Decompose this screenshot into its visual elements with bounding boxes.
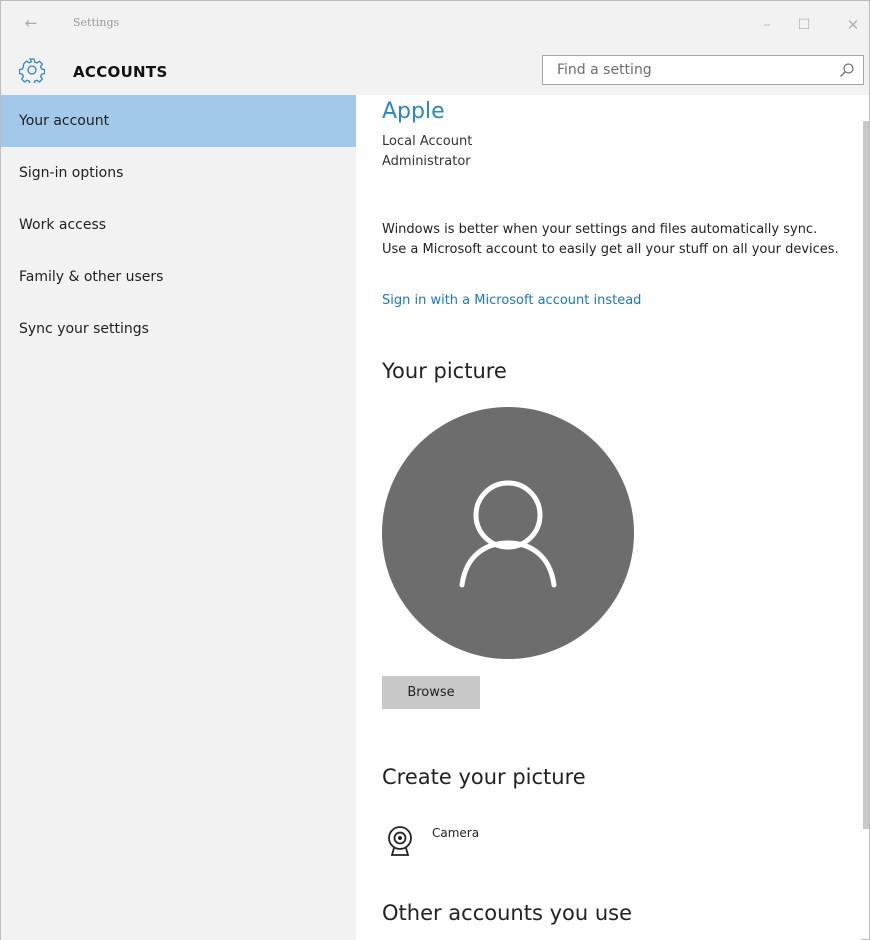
back-arrow-icon[interactable]: ← [19,13,43,33]
sidebar-item-family-other-users[interactable]: Family & other users [1,251,356,303]
page-title: ACCOUNTS [73,63,168,81]
sidebar-item-your-account[interactable]: Your account [1,95,356,147]
sync-description: Windows is better when your settings and… [382,222,839,257]
microsoft-account-link[interactable]: Sign in with a Microsoft account instead [382,293,641,308]
settings-window: ← Settings – ☐ ✕ ACCOUNTS Find a setting… [0,0,870,940]
minimize-button[interactable]: – [755,13,779,37]
sidebar-item-sync-settings[interactable]: Sync your settings [1,303,356,355]
search-placeholder: Find a setting [557,62,652,78]
user-silhouette-icon [459,480,557,588]
maximize-button[interactable]: ☐ [792,13,816,37]
browse-button[interactable]: Browse [382,676,480,709]
camera-icon[interactable] [385,824,415,858]
sidebar-item-work-access[interactable]: Work access [1,199,356,251]
search-input[interactable]: Find a setting [542,55,864,85]
your-picture-heading: Your picture [382,359,507,383]
sidebar: Your account Sign-in options Work access… [1,95,356,940]
main-content: Apple Local Account Administrator Window… [356,95,861,940]
close-button[interactable]: ✕ [841,13,865,37]
gear-icon [19,58,45,83]
create-picture-heading: Create your picture [382,765,586,789]
search-icon[interactable] [839,62,855,78]
window-title: Settings [73,16,120,29]
camera-option-label[interactable]: Camera [432,826,479,840]
avatar [382,407,634,659]
sidebar-item-sign-in-options[interactable]: Sign-in options [1,147,356,199]
account-type: Local Account [382,134,473,149]
page-header: ACCOUNTS Find a setting [1,47,869,95]
account-name: Apple [382,99,445,124]
title-bar: ← Settings – ☐ ✕ [1,1,869,47]
account-role: Administrator [382,154,471,169]
scrollbar[interactable] [863,121,869,829]
other-accounts-heading: Other accounts you use [382,901,633,925]
